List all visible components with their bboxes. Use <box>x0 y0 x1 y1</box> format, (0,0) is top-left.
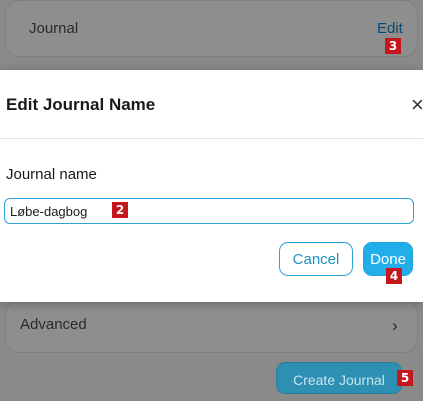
dialog-title: Edit Journal Name <box>6 95 156 114</box>
chevron-right-icon: › <box>392 316 398 335</box>
advanced-label: Advanced <box>20 316 87 333</box>
create-journal-button[interactable]: Create Journal <box>276 362 402 394</box>
edit-journal-link[interactable]: Edit <box>377 20 403 37</box>
journal-name-input[interactable] <box>4 198 414 224</box>
step-badge: 5 <box>397 370 413 386</box>
cancel-button[interactable]: Cancel <box>279 242 353 276</box>
step-badge: 2 <box>112 202 128 218</box>
dialog-divider <box>0 138 423 139</box>
close-icon[interactable]: × <box>411 92 423 118</box>
step-badge: 4 <box>386 268 402 284</box>
journal-row-label: Journal <box>29 20 79 37</box>
journal-name-label: Journal name <box>6 166 97 183</box>
step-badge: 3 <box>385 38 401 54</box>
